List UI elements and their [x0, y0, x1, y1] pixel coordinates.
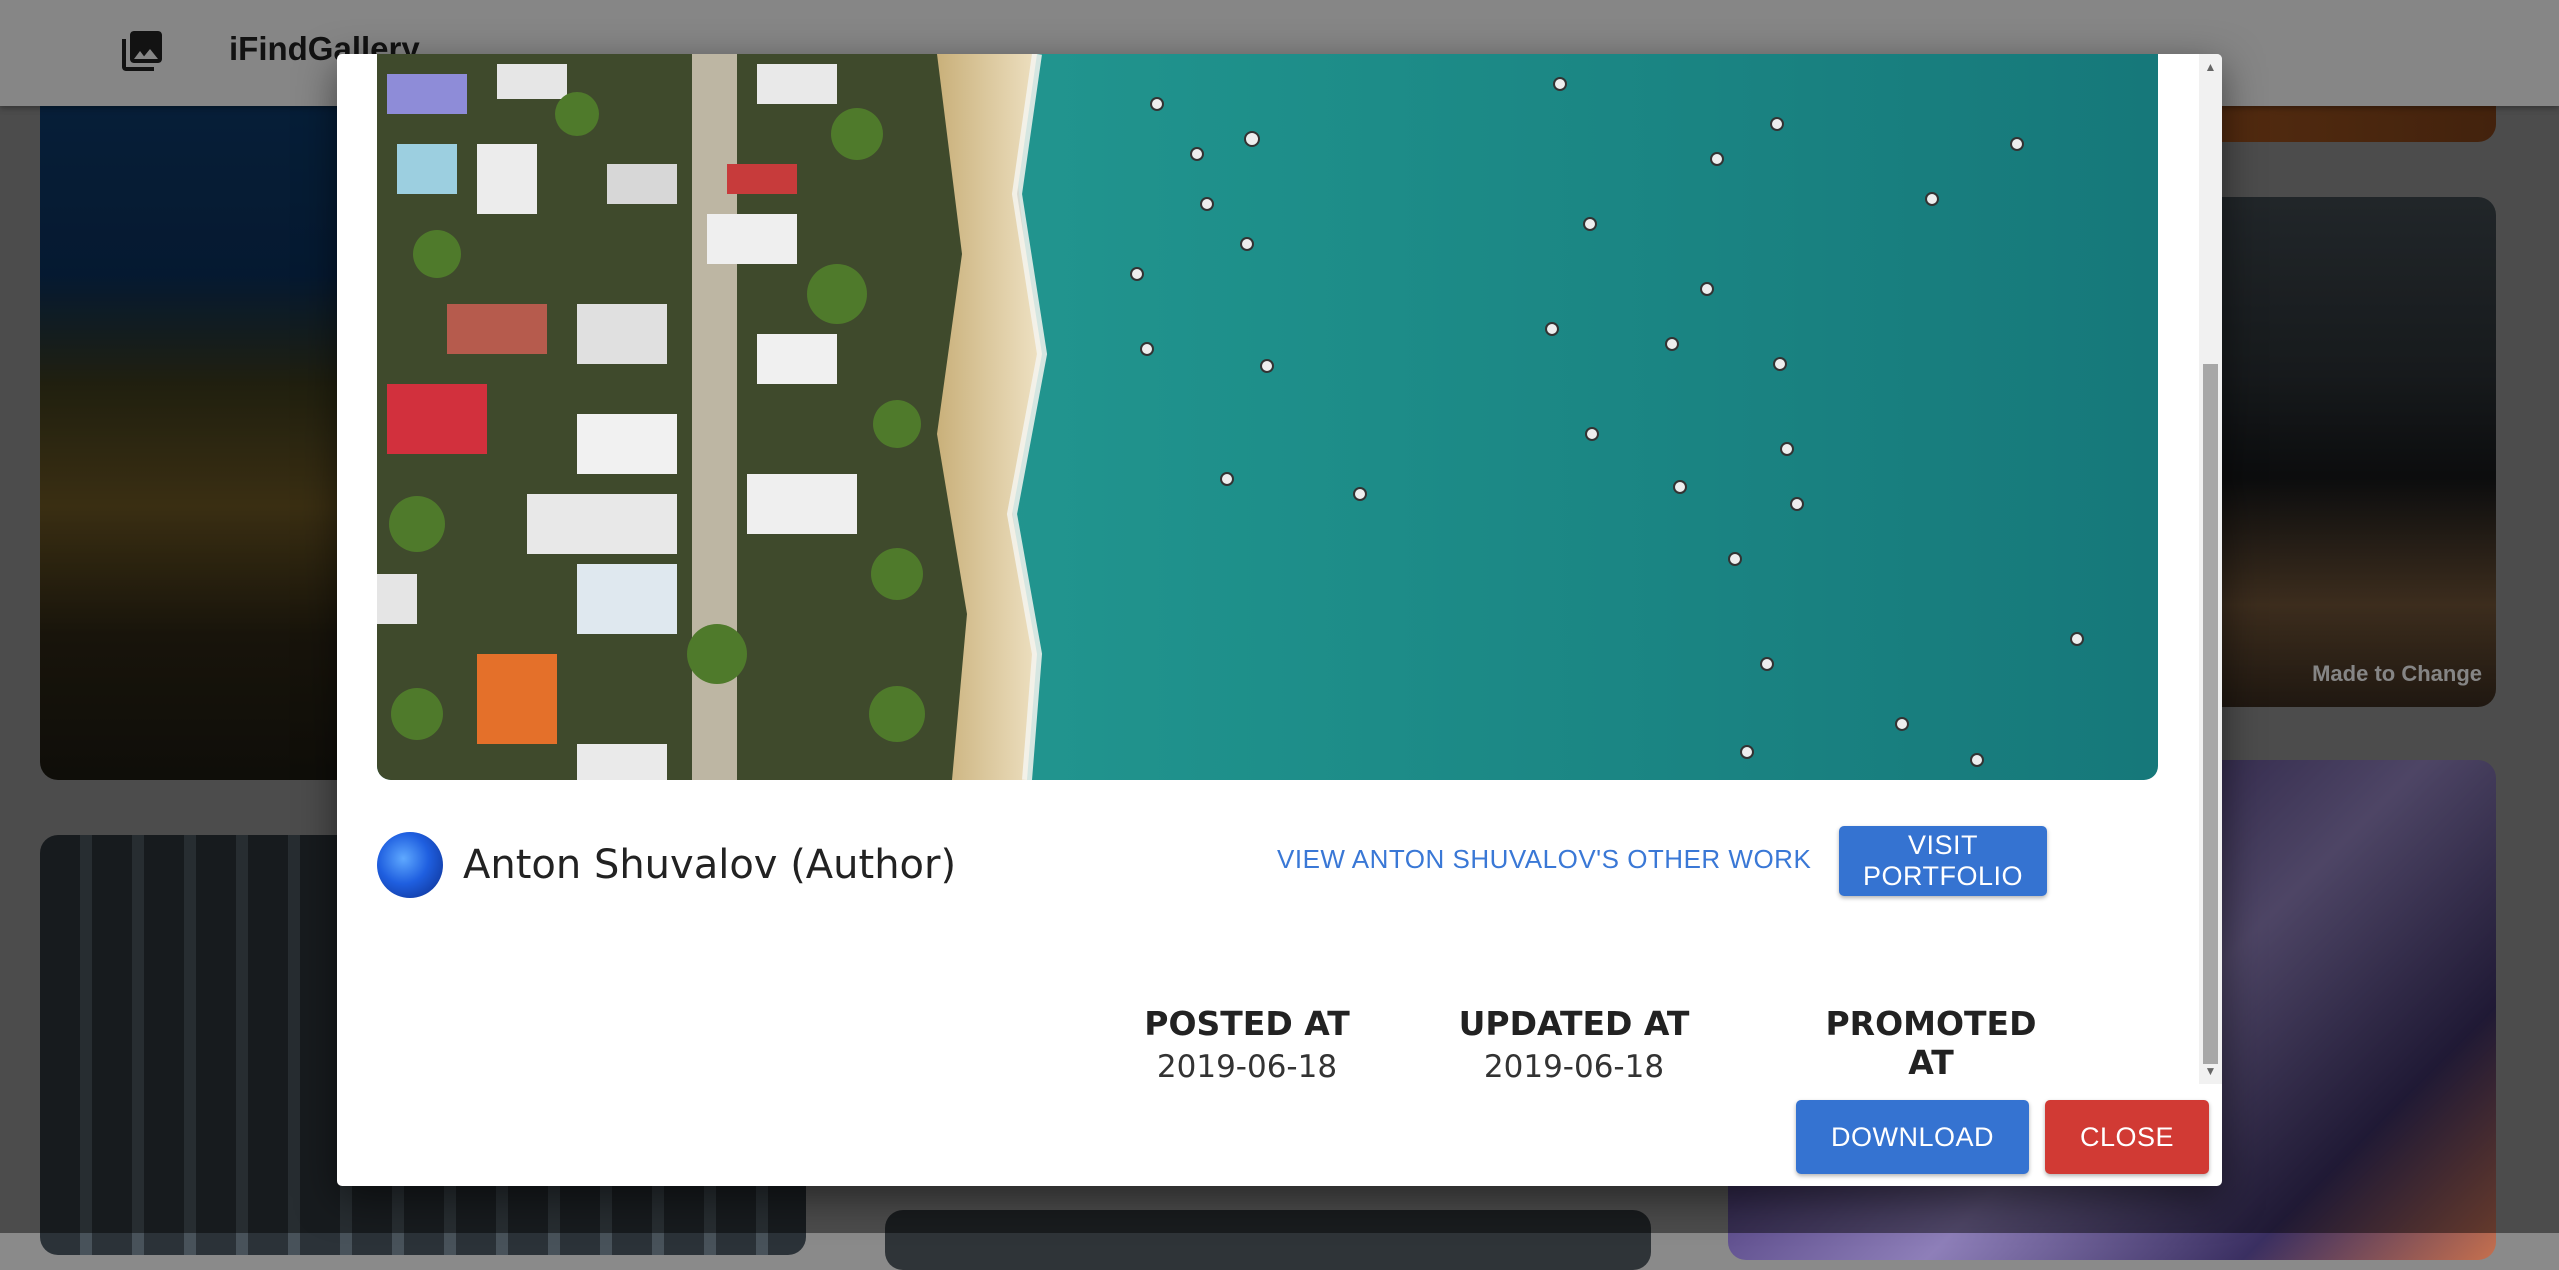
aerial-beach-image: [377, 54, 2158, 780]
scroll-up-arrow-icon[interactable]: ▲: [2199, 56, 2222, 78]
photo-preview: [377, 54, 2158, 780]
updated-at: UPDATED AT 2019-06-18: [1444, 1004, 1704, 1084]
posted-at-label: POSTED AT: [1144, 1004, 1350, 1043]
scroll-thumb[interactable]: [2203, 364, 2218, 1064]
updated-at-label: UPDATED AT: [1458, 1004, 1690, 1043]
dialog-content: Anton Shuvalov (Author) VIEW ANTON SHUVA…: [337, 54, 2199, 1084]
date-info: POSTED AT 2019-06-18 UPDATED AT 2019-06-…: [337, 1004, 2199, 1084]
author-name: Anton Shuvalov (Author): [463, 842, 957, 888]
close-button[interactable]: CLOSE: [2045, 1100, 2209, 1174]
photo-detail-dialog: Anton Shuvalov (Author) VIEW ANTON SHUVA…: [337, 54, 2222, 1186]
posted-at-value: 2019-06-18: [1156, 1049, 1338, 1084]
updated-at-value: 2019-06-18: [1483, 1049, 1665, 1084]
download-button[interactable]: DOWNLOAD: [1796, 1100, 2029, 1174]
dialog-scrollbar[interactable]: ▲ ▼: [2199, 54, 2222, 1084]
posted-at: POSTED AT 2019-06-18: [1117, 1004, 1377, 1084]
view-other-work-link[interactable]: VIEW ANTON SHUVALOV'S OTHER WORK: [1277, 844, 1811, 875]
visit-portfolio-button[interactable]: VISIT PORTFOLIO: [1839, 826, 2047, 896]
promoted-at: PROMOTED AT 2019-06-18: [1801, 1004, 2061, 1084]
scroll-down-arrow-icon[interactable]: ▼: [2199, 1060, 2222, 1082]
avatar[interactable]: [377, 832, 443, 898]
promoted-at-label: PROMOTED AT: [1825, 1004, 2037, 1082]
